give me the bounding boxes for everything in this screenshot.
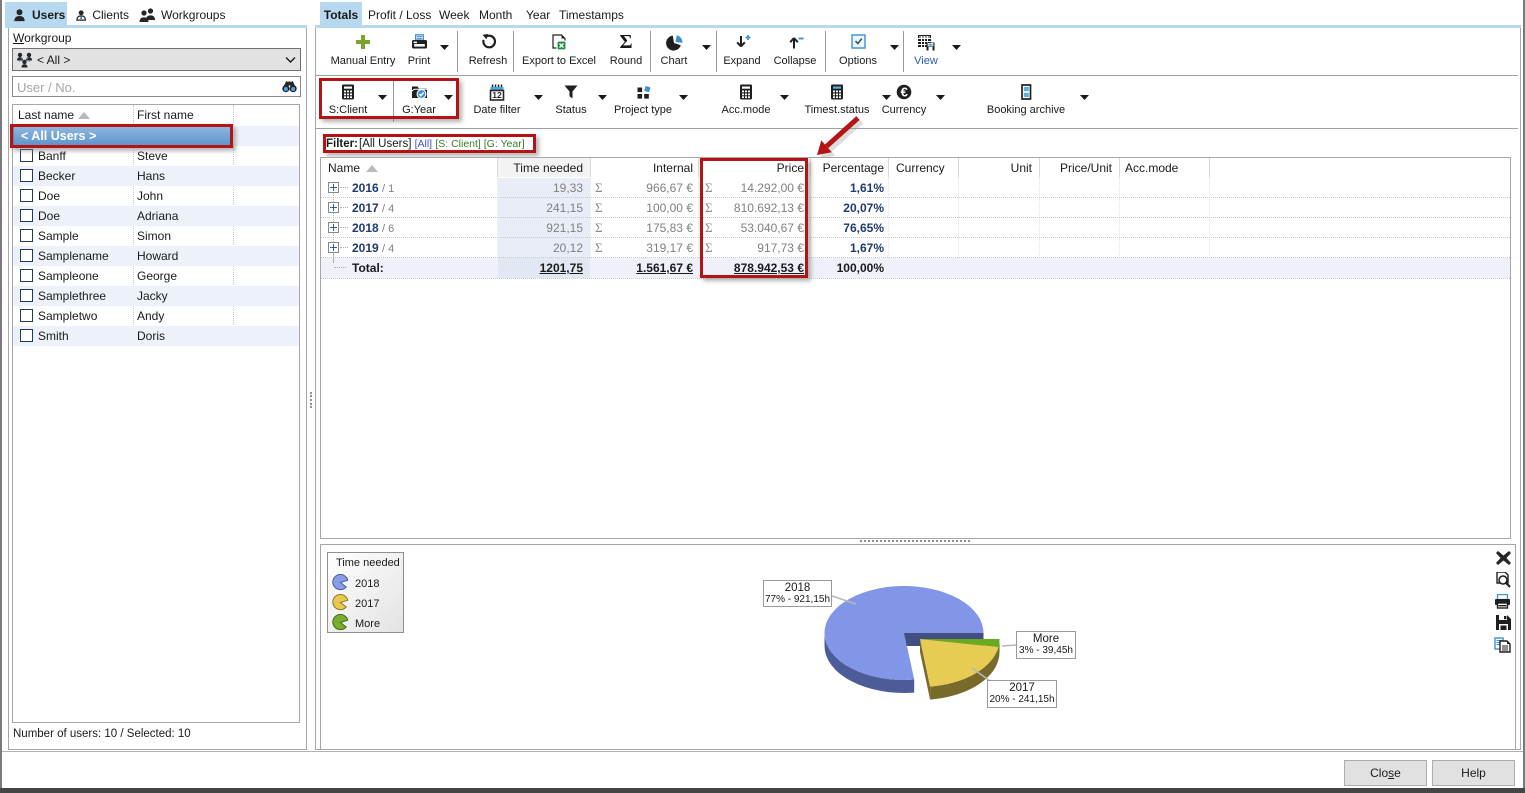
svg-text:€: € <box>901 85 908 100</box>
svg-text:12: 12 <box>492 90 502 100</box>
